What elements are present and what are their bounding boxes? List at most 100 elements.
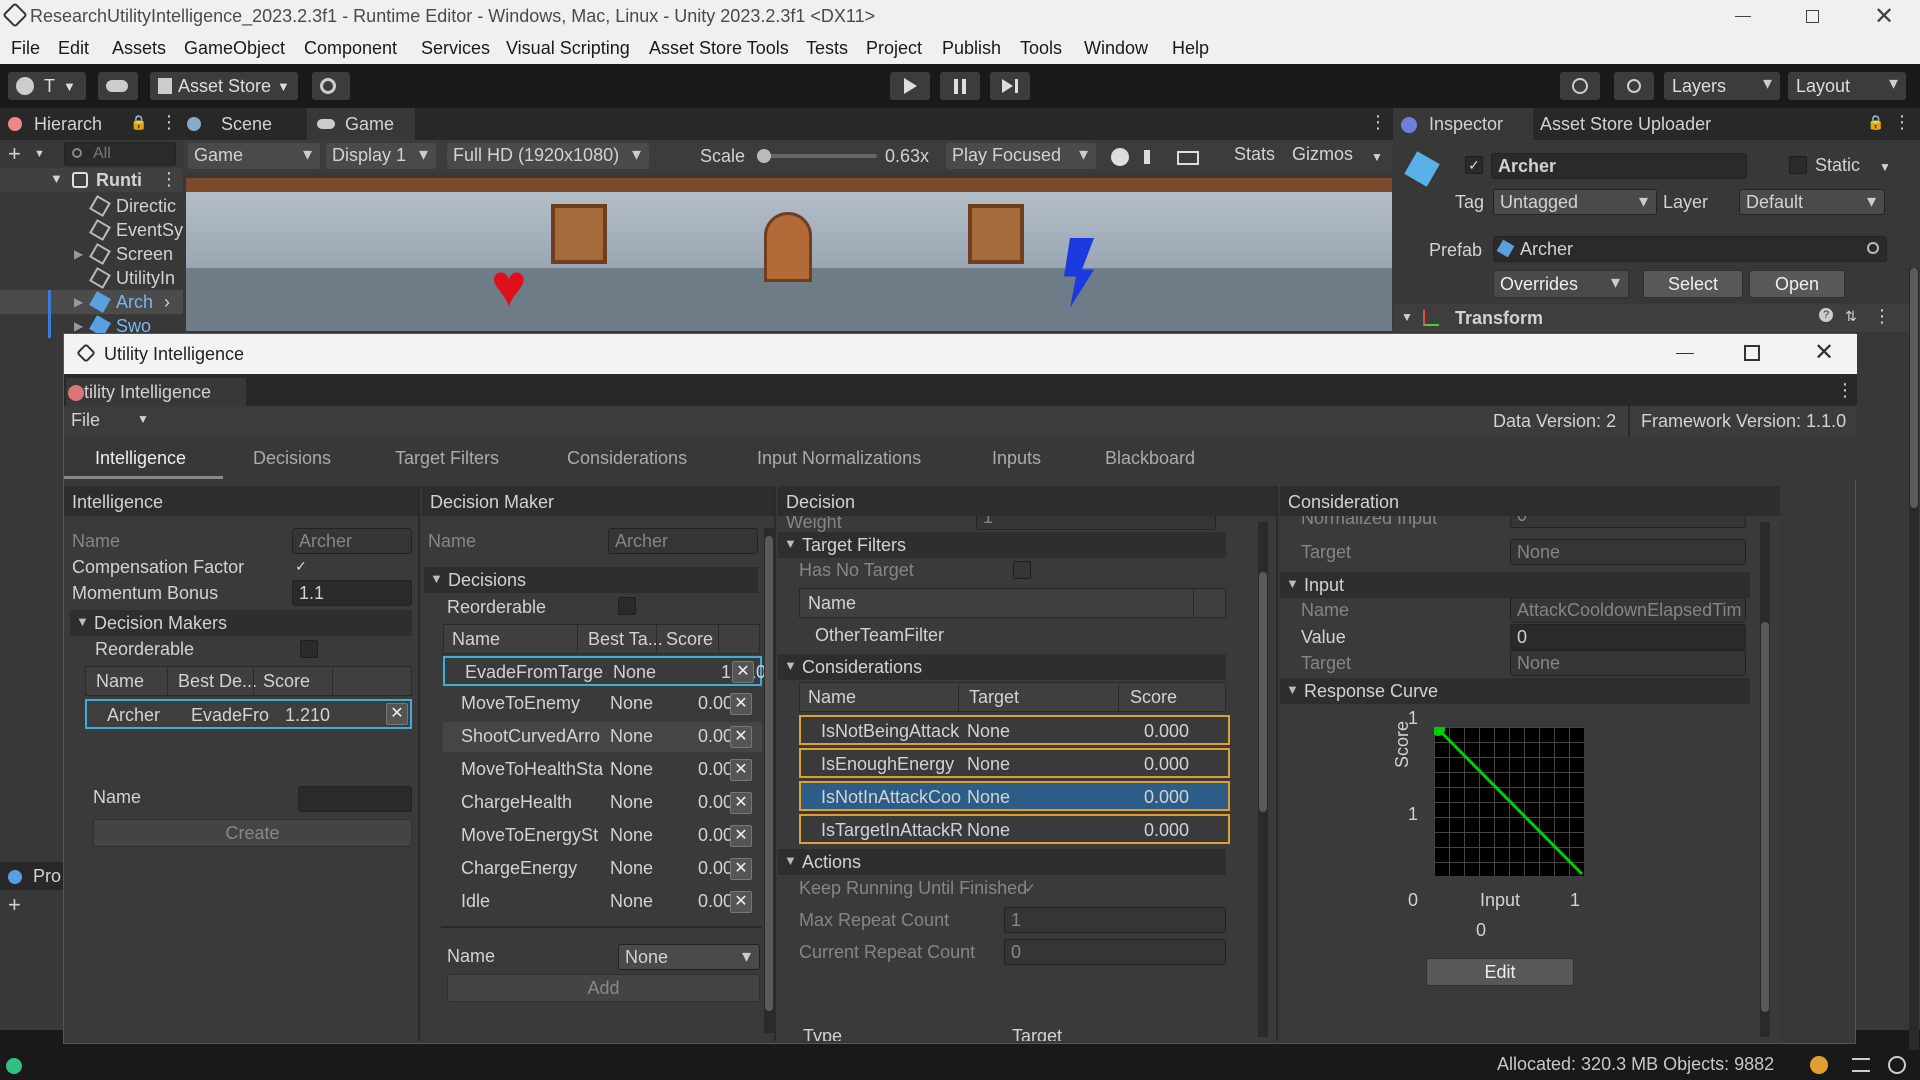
consideration-row-selected[interactable]: IsNotInAttackCoo None 0.000 (799, 781, 1230, 811)
menu-file[interactable]: File (11, 38, 40, 59)
account-button[interactable]: T ▼ (8, 72, 86, 100)
stack-icon[interactable] (1852, 1058, 1870, 1072)
inspector-scroll-thumb[interactable] (1910, 268, 1918, 508)
menu-services[interactable]: Services (421, 38, 490, 59)
new-decision-dropdown[interactable]: None (618, 944, 760, 970)
scale-slider[interactable] (757, 149, 877, 163)
considerations-header[interactable]: Considerations (778, 654, 1226, 680)
layer-dropdown[interactable]: Default (1739, 189, 1885, 215)
menu-asset-store-tools[interactable]: Asset Store Tools (649, 38, 789, 59)
overrides-dropdown[interactable]: Overrides (1493, 270, 1629, 298)
hierarchy-tab[interactable]: Hierarch 🔒 ⋮ (0, 108, 183, 140)
lock-icon[interactable]: 🔒 (1867, 114, 1884, 131)
resolution-dropdown[interactable]: Full HD (1920x1080) (447, 143, 649, 169)
more-icon[interactable]: ⋮ (1369, 112, 1387, 133)
bug-icon[interactable] (1111, 148, 1129, 166)
cloud-button[interactable] (98, 72, 138, 100)
remove-icon[interactable]: ✕ (730, 792, 752, 814)
decision-row[interactable]: ShootCurvedArro None 0.000 (443, 722, 762, 752)
more-icon[interactable]: ⋮ (1836, 380, 1854, 401)
audio-icon[interactable] (1144, 150, 1158, 164)
menu-help[interactable]: Help (1172, 38, 1209, 59)
settings-button[interactable] (312, 72, 350, 100)
input-value-field[interactable]: 0 (1510, 624, 1746, 650)
tab-input-normalizations[interactable]: Input Normalizations (757, 448, 921, 469)
static-checkbox[interactable] (1789, 156, 1807, 174)
edit-curve-button[interactable]: Edit (1426, 958, 1574, 986)
search-button[interactable] (1614, 72, 1654, 100)
create-button[interactable]: Create (93, 819, 412, 847)
tab-inputs[interactable]: Inputs (992, 448, 1041, 469)
prefab-field[interactable]: Archer (1493, 236, 1887, 262)
new-decision-maker-name-input[interactable] (298, 786, 412, 812)
scale-slider-thumb[interactable] (757, 149, 771, 163)
tab-utility-intelligence[interactable]: tility Intelligence (66, 378, 246, 406)
add-icon[interactable]: + (8, 892, 21, 918)
settings-icon[interactable]: ⇅ (1845, 308, 1857, 325)
display-dropdown[interactable]: Display 1 (326, 143, 436, 169)
scene-row[interactable]: ▼ Runti ⋮ (0, 168, 183, 192)
history-button[interactable] (1560, 72, 1600, 100)
tab-considerations[interactable]: Considerations (567, 448, 687, 469)
remove-icon[interactable]: ✕ (732, 661, 754, 683)
hierarchy-item[interactable]: ▶ Screen (0, 242, 183, 266)
menu-window[interactable]: Window (1084, 38, 1148, 59)
decision-row[interactable]: ChargeEnergy None 0.000 (443, 854, 762, 884)
close-icon[interactable]: ✕ (1814, 338, 1834, 367)
decision-maker-row[interactable]: Archer EvadeFrom1 1.210 (85, 699, 412, 729)
menu-tools[interactable]: Tools (1020, 38, 1062, 59)
remove-icon[interactable]: ✕ (730, 693, 752, 715)
decision-maker-scroll-thumb[interactable] (765, 536, 773, 1011)
restore-icon[interactable] (1806, 10, 1819, 23)
layout-dropdown[interactable]: Layout (1788, 72, 1906, 100)
utility-window-titlebar[interactable]: Utility Intelligence ✕ (64, 334, 1857, 374)
decision-row[interactable]: MoveToHealthSta None 0.000 (443, 755, 762, 785)
decision-scrollbar[interactable] (1258, 522, 1268, 1037)
compensation-factor-checkbox[interactable]: ✓ (292, 558, 310, 576)
minimize-icon[interactable] (1676, 353, 1694, 354)
menu-project[interactable]: Project (866, 38, 922, 59)
hierarchy-item[interactable]: ▶ Arch › (0, 290, 183, 314)
reorderable-checkbox[interactable] (300, 640, 318, 658)
add-icon[interactable]: + (8, 141, 21, 167)
consideration-scrollbar[interactable] (1760, 522, 1770, 1037)
reorderable-checkbox[interactable] (618, 597, 636, 615)
decision-row[interactable]: ChargeHealth None 0.000 (443, 788, 762, 818)
close-icon[interactable]: ✕ (1874, 2, 1894, 31)
decision-scroll-thumb[interactable] (1259, 572, 1267, 812)
tab-asset-store-uploader[interactable]: Asset Store Uploader (1538, 108, 1758, 140)
maximize-icon[interactable] (1744, 345, 1760, 361)
remove-icon[interactable]: ✕ (730, 825, 752, 847)
layers-dropdown[interactable]: Layers (1664, 72, 1780, 100)
help-icon[interactable]: ? (1819, 308, 1833, 322)
tag-dropdown[interactable]: Untagged (1493, 189, 1657, 215)
game-mode-dropdown[interactable]: Game (188, 143, 320, 169)
more-icon[interactable]: ⋮ (160, 112, 178, 133)
consideration-row[interactable]: IsNotBeingAttack None 0.000 (799, 715, 1230, 745)
menu-assets[interactable]: Assets (112, 38, 166, 59)
pause-button[interactable] (940, 72, 980, 100)
remove-icon[interactable]: ✕ (730, 759, 752, 781)
decisions-header[interactable]: Decisions (424, 567, 758, 593)
inspector-scrollbar[interactable] (1909, 268, 1919, 1080)
tab-decisions[interactable]: Decisions (253, 448, 331, 469)
menu-publish[interactable]: Publish (942, 38, 1001, 59)
target-filter-row[interactable]: OtherTeamFilter (799, 621, 1226, 651)
select-button[interactable]: Select (1643, 270, 1743, 298)
more-icon[interactable]: ⋮ (160, 169, 178, 190)
asset-store-button[interactable]: Asset Store ▼ (150, 72, 298, 100)
game-viewport[interactable]: ♥ (186, 178, 1392, 331)
tab-game[interactable]: Game (307, 108, 415, 140)
chevron-right-icon[interactable]: › (164, 292, 170, 313)
project-tab[interactable]: Pro (0, 862, 63, 890)
momentum-bonus-input[interactable]: 1.1 (292, 580, 412, 606)
decision-maker-scrollbar[interactable] (764, 528, 774, 1033)
decision-makers-header[interactable]: Decision Makers (70, 610, 412, 636)
remove-icon[interactable]: ✕ (730, 858, 752, 880)
menu-visual-scripting[interactable]: Visual Scripting (506, 38, 630, 59)
debug-icon[interactable] (1810, 1056, 1828, 1074)
actions-header[interactable]: Actions (778, 849, 1226, 875)
remove-icon[interactable]: ✕ (730, 891, 752, 913)
decision-row[interactable]: MoveToEnemy None 0.000 (443, 689, 762, 719)
tab-inspector[interactable]: Inspector (1393, 108, 1533, 140)
